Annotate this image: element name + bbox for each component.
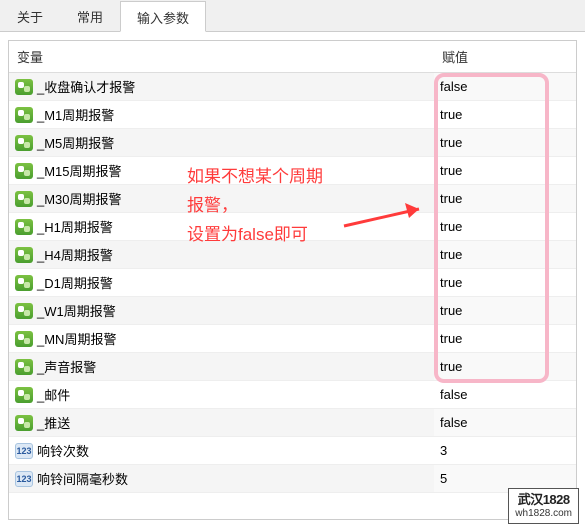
table-row[interactable]: _H1周期报警 true [9,213,576,241]
cell-value[interactable]: true [434,353,576,381]
variable-name: _声音报警 [37,360,96,375]
cell-variable[interactable]: _M30周期报警 [9,185,434,213]
bool-type-icon [15,191,33,207]
table-row[interactable]: _收盘确认才报警 false [9,73,576,101]
table-row[interactable]: _H4周期报警 true [9,241,576,269]
table-row[interactable]: 123响铃间隔毫秒数5 [9,465,576,493]
cell-variable[interactable]: _邮件 [9,381,434,409]
cell-variable[interactable]: _D1周期报警 [9,269,434,297]
col-header-variable[interactable]: 变量 [9,41,434,73]
table-header-row: 变量 赋值 [9,41,576,73]
bool-type-icon [15,163,33,179]
cell-value[interactable]: true [434,129,576,157]
variable-name: _M1周期报警 [37,108,114,123]
tab-about[interactable]: 关于 [0,0,60,31]
bool-type-icon [15,359,33,375]
parameters-table: 变量 赋值 _收盘确认才报警false_M1周期报警true_M5周期报警tru… [9,41,576,493]
table-row[interactable]: _声音报警 true [9,353,576,381]
variable-name: _M15周期报警 [37,164,122,179]
cell-variable[interactable]: _M15周期报警 [9,157,434,185]
variable-name: _H4周期报警 [37,248,113,263]
cell-value[interactable]: true [434,185,576,213]
table-row[interactable]: _W1周期报警 true [9,297,576,325]
tab-bar: 关于 常用 输入参数 [0,0,585,32]
table-row[interactable]: _M30周期报警 true [9,185,576,213]
variable-name: 响铃次数 [37,444,89,459]
variable-name: _邮件 [37,388,70,403]
variable-name: _W1周期报警 [37,304,116,319]
bool-type-icon [15,275,33,291]
cell-value[interactable]: false [434,73,576,101]
variable-name: 响铃间隔毫秒数 [37,472,128,487]
variable-name: _M5周期报警 [37,136,114,151]
table-row[interactable]: _M15周期报警 true [9,157,576,185]
cell-value[interactable]: true [434,325,576,353]
watermark-sub: wh1828.com [515,508,572,520]
cell-value[interactable]: true [434,157,576,185]
cell-value[interactable]: true [434,241,576,269]
bool-type-icon [15,219,33,235]
variable-name: _D1周期报警 [37,276,113,291]
cell-value[interactable]: true [434,213,576,241]
cell-variable[interactable]: _收盘确认才报警 [9,73,434,101]
bool-type-icon [15,247,33,263]
cell-variable[interactable]: _推送 [9,409,434,437]
table-row[interactable]: 123 响铃次数 3 [9,437,576,465]
cell-value[interactable]: true [434,101,576,129]
parameters-grid: 变量 赋值 _收盘确认才报警false_M1周期报警true_M5周期报警tru… [8,40,577,520]
variable-name: _MN周期报警 [37,332,116,347]
table-row[interactable]: _推送 false [9,409,576,437]
bool-type-icon [15,107,33,123]
bool-type-icon [15,79,33,95]
watermark-brand: 武汉1828 [515,492,572,508]
cell-variable[interactable]: 123 响铃次数 [9,437,434,465]
cell-value[interactable]: true [434,297,576,325]
cell-variable[interactable]: _声音报警 [9,353,434,381]
variable-name: _收盘确认才报警 [37,80,135,95]
table-row[interactable]: _邮件 false [9,381,576,409]
cell-variable[interactable]: _W1周期报警 [9,297,434,325]
bool-type-icon [15,303,33,319]
number-type-icon: 123 [15,471,33,487]
cell-variable[interactable]: 123 响铃间隔毫秒数 [9,465,434,493]
cell-value[interactable]: false [434,409,576,437]
table-row[interactable]: _D1周期报警 true [9,269,576,297]
watermark: 武汉1828 wh1828.com [508,488,579,524]
cell-variable[interactable]: _M5周期报警 [9,129,434,157]
cell-value[interactable]: false [434,381,576,409]
variable-name: _M30周期报警 [37,192,122,207]
variable-name: _推送 [37,416,70,431]
bool-type-icon [15,331,33,347]
cell-variable[interactable]: _MN周期报警 [9,325,434,353]
cell-value[interactable]: true [434,269,576,297]
cell-value[interactable]: 3 [434,437,576,465]
bool-type-icon [15,135,33,151]
variable-name: _H1周期报警 [37,220,113,235]
tab-common[interactable]: 常用 [60,0,120,31]
tab-inputs[interactable]: 输入参数 [120,1,206,32]
bool-type-icon [15,415,33,431]
number-type-icon: 123 [15,443,33,459]
col-header-value[interactable]: 赋值 [434,41,576,73]
table-row[interactable]: _MN周期报警 true [9,325,576,353]
cell-variable[interactable]: _M1周期报警 [9,101,434,129]
table-row[interactable]: _M1周期报警 true [9,101,576,129]
cell-variable[interactable]: _H1周期报警 [9,213,434,241]
cell-variable[interactable]: _H4周期报警 [9,241,434,269]
table-row[interactable]: _M5周期报警 true [9,129,576,157]
bool-type-icon [15,387,33,403]
